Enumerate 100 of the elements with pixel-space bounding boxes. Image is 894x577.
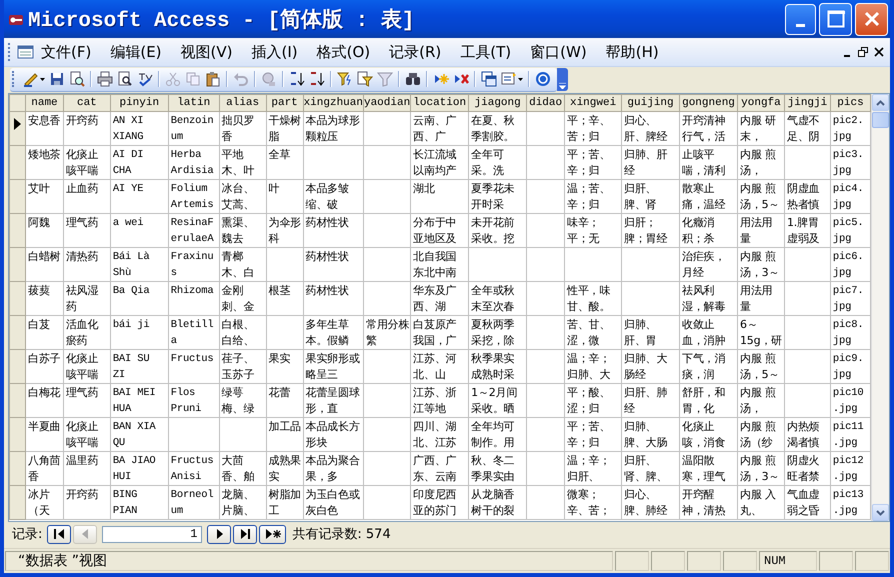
table-cell: 内服 煎汤，5～ xyxy=(737,180,784,214)
maximize-button[interactable] xyxy=(819,2,852,36)
globe-link-icon[interactable] xyxy=(261,71,277,87)
table-cell: 平地木、叶 xyxy=(219,146,266,180)
table-cell: AN XI XIANG xyxy=(110,112,168,146)
window-stack-icon[interactable] xyxy=(481,71,497,87)
column-header[interactable]: gongneng xyxy=(680,94,738,112)
scroll-down-icon[interactable] xyxy=(876,510,885,516)
column-header[interactable]: part xyxy=(266,94,304,112)
menu-item[interactable]: 帮助(H) xyxy=(598,40,666,64)
table-cell: 内服 煎汤， xyxy=(737,384,784,418)
restore-icon[interactable] xyxy=(858,47,868,57)
pencil-ruler-icon[interactable] xyxy=(23,71,39,87)
sort-descending-icon[interactable] xyxy=(309,71,325,87)
menu-item[interactable]: 视图(V) xyxy=(174,40,240,64)
printer-icon[interactable] xyxy=(97,71,113,87)
table-cell: Ba Qia xyxy=(110,282,168,316)
column-header[interactable]: pinyin xyxy=(110,94,168,112)
column-header[interactable]: jiagong xyxy=(468,94,527,112)
table-cell: 收敛止血，消肿 xyxy=(680,316,738,350)
record-number-field[interactable]: 1 xyxy=(102,526,202,542)
menu-item[interactable]: 记录(R) xyxy=(382,40,448,64)
table-window-icon xyxy=(17,44,34,60)
column-header[interactable]: xingzhuan xyxy=(303,94,364,112)
clipboard-icon[interactable] xyxy=(205,71,221,87)
table-cell: 艾叶 xyxy=(25,180,64,214)
column-header[interactable]: pics xyxy=(830,94,871,112)
menu-item[interactable]: 格式(O) xyxy=(310,40,378,64)
column-header[interactable]: xingwei xyxy=(564,94,622,112)
binoculars-icon[interactable] xyxy=(405,71,421,87)
column-header[interactable]: jingji xyxy=(784,94,830,112)
scrollbar-thumb[interactable] xyxy=(872,112,889,128)
first-record-button[interactable] xyxy=(47,524,72,544)
magnifier-page-icon[interactable] xyxy=(69,71,85,87)
sort-ascending-icon[interactable] xyxy=(289,71,305,87)
last-record-button[interactable] xyxy=(233,524,258,544)
table-cell: AI DI CHA xyxy=(110,146,168,180)
table-cell: 金刚刺、金 xyxy=(219,282,266,316)
menu-item[interactable]: 窗口(W) xyxy=(523,40,594,64)
column-header[interactable]: alias xyxy=(219,94,266,112)
minimize-button[interactable] xyxy=(785,4,816,34)
table-cell: 全年或秋末至次春 xyxy=(468,282,527,316)
column-header[interactable]: guijing xyxy=(622,94,680,112)
vertical-scrollbar[interactable] xyxy=(871,94,889,521)
new-object-icon[interactable] xyxy=(501,71,517,87)
spelling-check-icon[interactable] xyxy=(137,71,153,87)
maximize-icon xyxy=(826,10,844,28)
scroll-up-icon[interactable] xyxy=(876,100,885,106)
column-header[interactable]: name xyxy=(25,94,64,112)
column-header[interactable]: yongfa xyxy=(737,94,784,112)
table-cell: 青榔木、白 xyxy=(219,248,266,282)
table-cell: AI YE xyxy=(110,180,168,214)
table-cell: Herba Ardisia xyxy=(168,146,220,180)
minimize-icon xyxy=(796,24,805,26)
table-cell: 气血虚弱之昏 xyxy=(784,486,830,520)
table-cell: 归肝、脾、肾 xyxy=(622,180,680,214)
table-cell: 为玉白色或灰白色 xyxy=(303,486,364,520)
new-record-icon[interactable] xyxy=(433,71,449,87)
close-icon[interactable] xyxy=(874,47,884,57)
current-row-icon xyxy=(14,118,21,130)
print-preview-icon[interactable] xyxy=(117,71,133,87)
table-cell: 内服 入丸、 xyxy=(737,486,784,520)
table-cell: 半夏曲 xyxy=(25,418,64,452)
table-cell: 开窍药 xyxy=(63,486,110,520)
menu-item[interactable]: 工具(T) xyxy=(453,40,518,64)
column-header[interactable]: yaodian xyxy=(363,94,411,112)
table-cell: 苦、甘、涩，微 xyxy=(564,316,622,350)
table-cell: 温；苦、辛；归 xyxy=(564,180,622,214)
column-header[interactable]: didao xyxy=(526,94,565,112)
help-icon[interactable] xyxy=(535,71,551,87)
table-cell: 矮地茶 xyxy=(25,146,64,180)
column-header[interactable]: latin xyxy=(168,94,220,112)
table-cell: 龙脑、片脑、 xyxy=(219,486,266,520)
caret-icon[interactable] xyxy=(518,78,523,80)
caret-icon[interactable] xyxy=(40,78,45,80)
menu-item[interactable]: 插入(I) xyxy=(244,40,305,64)
funnel-icon[interactable] xyxy=(377,71,393,87)
menu-item[interactable]: 文件(F) xyxy=(34,40,98,64)
table-cell: 舒肝，和胃，化 xyxy=(680,384,738,418)
form-funnel-icon[interactable] xyxy=(357,71,373,87)
table-cell: 活血化瘀药 xyxy=(63,316,110,350)
column-header[interactable]: location xyxy=(410,94,469,112)
table-cell: 平；苦、辛；归 xyxy=(564,418,622,452)
lightning-funnel-icon[interactable] xyxy=(337,71,353,87)
table-cell: Fraxinus xyxy=(168,248,220,282)
next-record-button[interactable] xyxy=(207,524,232,544)
table-cell: Bái Là Shù xyxy=(110,248,168,282)
close-button[interactable] xyxy=(855,2,888,36)
table-cell: 北自我国东北中南 xyxy=(410,248,469,282)
row-selector[interactable] xyxy=(10,112,26,146)
column-header[interactable]: cat xyxy=(63,94,110,112)
table-cell: 秋、冬二季果实由 xyxy=(468,452,527,486)
menu-item[interactable]: 编辑(E) xyxy=(103,40,169,64)
new-record-button[interactable] xyxy=(259,524,286,544)
table-cell: 平；酸、涩；归 xyxy=(564,384,622,418)
table-cell: 白梅花 xyxy=(25,384,64,418)
table-cell: 归肝、肺经 xyxy=(622,384,680,418)
table-cell: 本品为球形颗粒压 xyxy=(303,112,364,146)
status-text: “数据表 ”视图 xyxy=(5,551,613,571)
toolbar-options-icon[interactable] xyxy=(559,83,566,89)
